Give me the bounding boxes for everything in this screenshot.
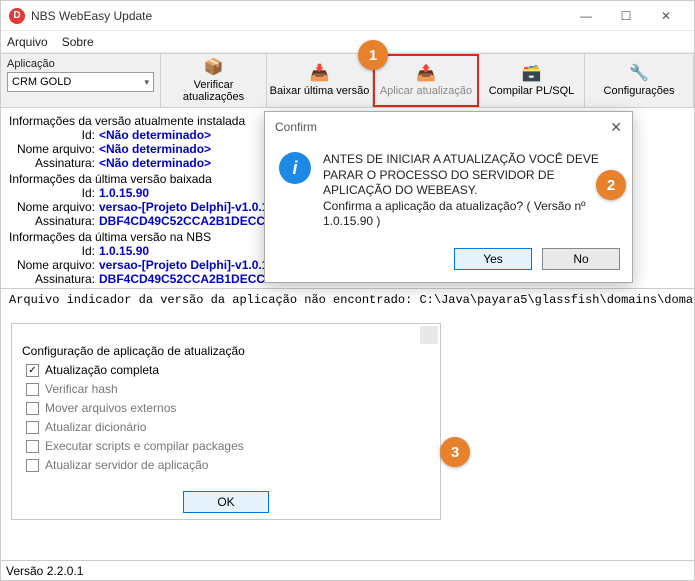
app-selector: Aplicação CRM GOLD ▾: [1, 54, 161, 107]
sig-label: Assinatura:: [9, 272, 99, 286]
name-label: Nome arquivo:: [9, 142, 99, 156]
checkbox-icon: [26, 402, 39, 415]
app-selector-label: Aplicação: [7, 58, 154, 70]
chk-full-update-label: Atualização completa: [45, 363, 159, 377]
downloaded-name[interactable]: versao-[Projeto Delphi]-v1.0.15.9: [99, 200, 285, 214]
name-label: Nome arquivo:: [9, 258, 99, 272]
compile-button[interactable]: 🗃️ Compilar PL/SQL: [479, 54, 585, 107]
minimize-button[interactable]: —: [566, 2, 606, 30]
confirm-close-button[interactable]: ✕: [610, 119, 622, 136]
id-label: Id:: [9, 186, 99, 200]
checkbox-checked-icon: ✓: [26, 364, 39, 377]
sig-label: Assinatura:: [9, 156, 99, 170]
chk-run-scripts-label: Executar scripts e compilar packages: [45, 439, 244, 453]
chk-full-update[interactable]: ✓ Atualização completa: [26, 363, 426, 377]
checkbox-icon: [26, 440, 39, 453]
downloaded-id[interactable]: 1.0.15.90: [99, 186, 149, 200]
check-updates-button[interactable]: 📦 Verificar atualizações: [161, 54, 267, 107]
confirm-dialog: Confirm ✕ i ANTES DE INICIAR A ATUALIZAÇ…: [264, 111, 633, 283]
info-icon: i: [279, 152, 311, 184]
titlebar: D NBS WebEasy Update — ☐ ✕: [1, 1, 694, 31]
chk-move-files-label: Mover arquivos externos: [45, 401, 176, 415]
apply-update-button[interactable]: 📤 Aplicar atualização: [373, 54, 479, 107]
app-selector-combo[interactable]: CRM GOLD ▾: [7, 72, 154, 92]
confirm-title-text: Confirm: [275, 120, 317, 134]
maximize-button[interactable]: ☐: [606, 2, 646, 30]
close-button[interactable]: ✕: [646, 2, 686, 30]
box-icon: 📦: [204, 58, 224, 76]
name-label: Nome arquivo:: [9, 200, 99, 214]
checkbox-icon: [26, 459, 39, 472]
config-group: Configuração de aplicação de atualização…: [11, 323, 441, 520]
chk-restart-server-label: Atualizar servidor de aplicação: [45, 458, 208, 472]
check-updates-label: Verificar atualizações: [163, 79, 264, 103]
chk-move-files[interactable]: Mover arquivos externos: [26, 401, 426, 415]
config-close-button[interactable]: [420, 326, 438, 344]
confirm-no-button[interactable]: No: [542, 248, 620, 270]
current-name[interactable]: <Não determinado>: [99, 142, 211, 156]
chk-run-scripts[interactable]: Executar scripts e compilar packages: [26, 439, 426, 453]
download-icon: 📥: [310, 64, 330, 82]
settings-label: Configurações: [604, 85, 675, 97]
checkbox-icon: [26, 383, 39, 396]
chk-update-dict[interactable]: Atualizar dicionário: [26, 420, 426, 434]
extract-icon: 📤: [416, 64, 436, 82]
menu-file[interactable]: Arquivo: [7, 35, 48, 49]
current-id[interactable]: <Não determinado>: [99, 128, 211, 142]
apply-update-label: Aplicar atualização: [380, 85, 472, 97]
download-button[interactable]: 📥 Baixar última versão: [267, 54, 373, 107]
database-icon: 🗃️: [522, 64, 542, 82]
chk-verify-hash-label: Verificar hash: [45, 382, 118, 396]
confirm-msg-2: Confirma a aplicação da atualização? ( V…: [323, 199, 616, 230]
id-label: Id:: [9, 128, 99, 142]
download-label: Baixar última versão: [270, 85, 370, 97]
callout-3: 3: [440, 437, 470, 467]
window-title: NBS WebEasy Update: [31, 9, 566, 23]
toolbar: Aplicação CRM GOLD ▾ 📦 Verificar atualiz…: [1, 53, 694, 108]
checkbox-icon: [26, 421, 39, 434]
id-label: Id:: [9, 244, 99, 258]
settings-button[interactable]: 🔧 Configurações: [585, 54, 694, 107]
log-line: Arquivo indicador da versão da aplicação…: [1, 288, 694, 311]
callout-1: 1: [358, 40, 388, 70]
config-title: Configuração de aplicação de atualização: [22, 344, 245, 358]
chk-update-dict-label: Atualizar dicionário: [45, 420, 146, 434]
nbs-id[interactable]: 1.0.15.90: [99, 244, 149, 258]
config-ok-button[interactable]: OK: [183, 491, 269, 513]
menubar: Arquivo Sobre: [1, 31, 694, 53]
menu-about[interactable]: Sobre: [62, 35, 94, 49]
chk-verify-hash[interactable]: Verificar hash: [26, 382, 426, 396]
confirm-message: ANTES DE INICIAR A ATUALIZAÇÃO VOCÊ DEVE…: [323, 152, 616, 230]
confirm-yes-button[interactable]: Yes: [454, 248, 532, 270]
sig-label: Assinatura:: [9, 214, 99, 228]
chevron-down-icon: ▾: [144, 77, 149, 88]
compile-label: Compilar PL/SQL: [489, 85, 575, 97]
wrench-icon: 🔧: [629, 64, 649, 82]
current-sig[interactable]: <Não determinado>: [99, 156, 211, 170]
confirm-msg-1: ANTES DE INICIAR A ATUALIZAÇÃO VOCÊ DEVE…: [323, 152, 616, 199]
status-bar: Versão 2.2.0.1: [0, 560, 695, 581]
chk-restart-server[interactable]: Atualizar servidor de aplicação: [26, 458, 426, 472]
app-icon: D: [9, 8, 25, 24]
callout-2: 2: [596, 170, 626, 200]
app-selector-value: CRM GOLD: [12, 76, 71, 88]
